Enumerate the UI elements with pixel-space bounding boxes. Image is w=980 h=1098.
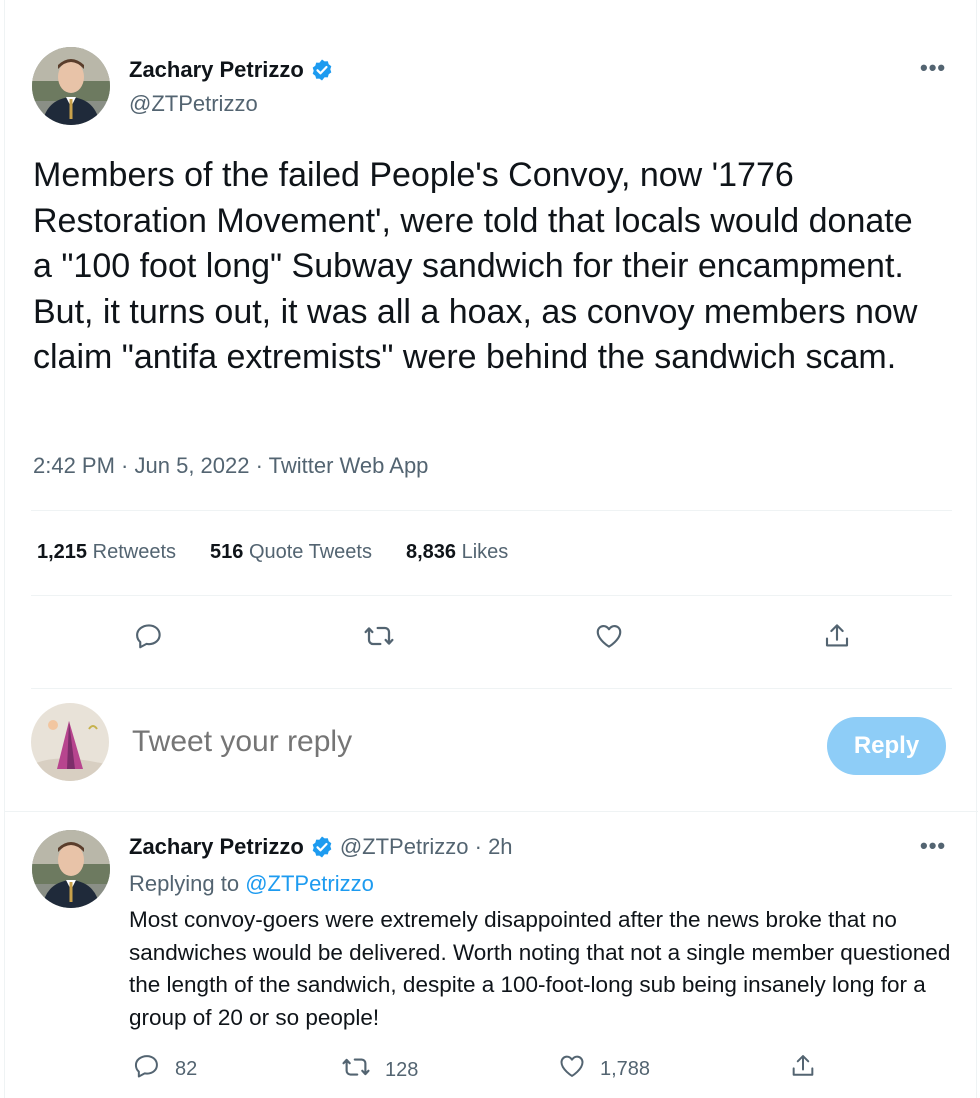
retweets-stat[interactable]: 1,215 Retweets — [37, 541, 176, 564]
reply-header: Zachary Petrizzo @ZTPetrizzo · 2h — [129, 834, 513, 860]
tweet-source[interactable]: Twitter Web App — [269, 453, 429, 478]
more-icon[interactable]: ••• — [920, 55, 946, 81]
reply-reply-action[interactable]: 82 — [133, 1052, 197, 1086]
reply-count: 82 — [175, 1057, 198, 1080]
reply-author-avatar[interactable] — [32, 830, 110, 908]
reply-button[interactable]: Reply — [827, 717, 946, 775]
author-avatar[interactable] — [32, 47, 110, 125]
like-count: 1,788 — [600, 1057, 651, 1080]
author-name-row: Zachary Petrizzo — [129, 57, 334, 83]
author-name[interactable]: Zachary Petrizzo — [129, 57, 304, 83]
reply-icon[interactable] — [127, 614, 171, 658]
tweet-meta: 2:42 PM · Jun 5, 2022 · Twitter Web App — [33, 453, 428, 479]
reply-share-action[interactable] — [789, 1052, 817, 1086]
share-icon[interactable] — [815, 614, 859, 658]
tweet-time[interactable]: 2:42 PM — [33, 453, 115, 478]
author-handle[interactable]: @ZTPetrizzo — [129, 91, 258, 117]
replying-to: Replying to @ZTPetrizzo — [129, 871, 374, 897]
reply-retweet-action[interactable]: 128 — [341, 1052, 418, 1088]
quotes-label: Quote Tweets — [248, 541, 372, 563]
likes-stat[interactable]: 8,836 Likes — [406, 541, 508, 564]
reply-icon — [133, 1052, 161, 1086]
quotes-count: 516 — [210, 541, 244, 563]
replying-handle-link[interactable]: @ZTPetrizzo — [245, 871, 374, 896]
replying-prefix: Replying to — [129, 871, 246, 896]
retweet-icon — [341, 1052, 371, 1088]
meta-separator: · — [249, 453, 269, 478]
retweet-count: 128 — [385, 1058, 419, 1081]
tweet-actions — [5, 614, 978, 658]
meta-separator: · — [114, 453, 135, 478]
retweets-count: 1,215 — [37, 541, 88, 563]
retweets-label: Retweets — [92, 541, 176, 563]
retweet-icon[interactable] — [357, 614, 401, 658]
reply-handle-time[interactable]: @ZTPetrizzo · 2h — [340, 834, 513, 860]
tweet-text: Members of the failed People's Convoy, n… — [33, 156, 918, 376]
more-icon[interactable]: ••• — [920, 833, 946, 859]
likes-label: Likes — [461, 541, 509, 563]
tweet-date[interactable]: Jun 5, 2022 — [135, 453, 250, 478]
divider — [31, 688, 952, 689]
user-avatar[interactable] — [31, 703, 109, 781]
divider — [31, 510, 952, 511]
divider — [5, 811, 978, 812]
reply-input[interactable] — [132, 725, 732, 759]
like-icon[interactable] — [587, 614, 631, 658]
reply-author-name[interactable]: Zachary Petrizzo — [129, 834, 304, 860]
tweet-stats: 1,215 Retweets 516 Quote Tweets 8,836 Li… — [37, 541, 508, 564]
verified-badge-icon — [310, 58, 334, 82]
likes-count: 8,836 — [405, 541, 457, 563]
divider — [31, 595, 952, 596]
reply-text: Most convoy-goers were extremely disappo… — [129, 907, 951, 1030]
tweet-frame: Zachary Petrizzo @ZTPetrizzo ••• Members… — [4, 0, 978, 1098]
verified-badge-icon — [310, 835, 334, 859]
reply-actions: 82 128 1,788 — [5, 1052, 978, 1088]
reply-like-action[interactable]: 1,788 — [558, 1052, 650, 1086]
quotes-stat[interactable]: 516 Quote Tweets — [210, 541, 372, 564]
share-icon — [789, 1052, 817, 1086]
like-icon — [558, 1052, 586, 1086]
